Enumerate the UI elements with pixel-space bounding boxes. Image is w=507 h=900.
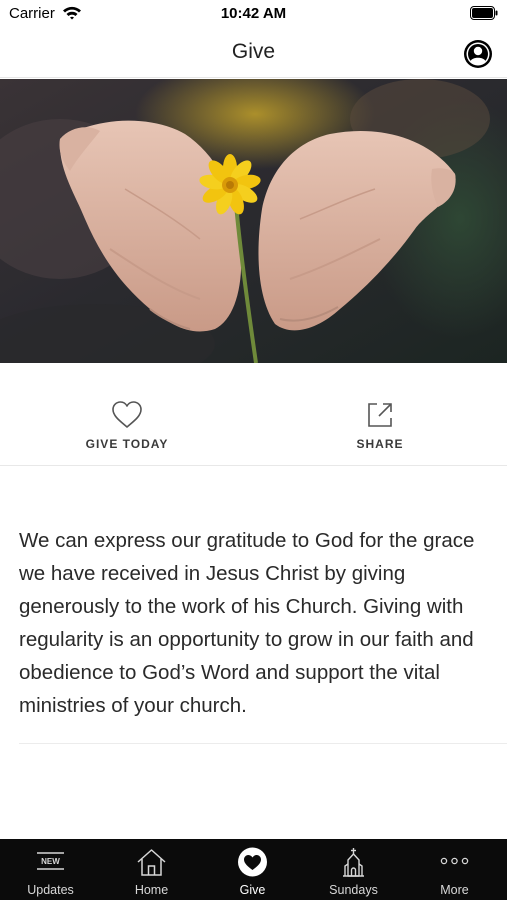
page-title: Give — [231, 40, 276, 63]
share-label: SHARE — [356, 437, 404, 451]
tab-give[interactable]: Give — [202, 839, 303, 900]
new-badge-text: NEW — [41, 857, 60, 866]
heart-circle-icon — [238, 847, 267, 877]
status-time: 10:42 AM — [220, 5, 287, 22]
tab-home[interactable]: Home — [101, 839, 202, 900]
church-icon — [343, 848, 364, 877]
give-today-button[interactable]: GIVE TODAY — [47, 399, 207, 455]
status-bar: Carrier 10:42 AM — [0, 0, 507, 28]
share-button[interactable]: SHARE — [300, 399, 460, 455]
hero-image — [0, 79, 507, 363]
divider — [19, 743, 507, 744]
tab-more-label: More — [440, 883, 469, 897]
give-today-label: GIVE TODAY — [85, 437, 169, 451]
tab-sundays[interactable]: Sundays — [303, 839, 404, 900]
share-icon — [368, 403, 392, 427]
tab-home-label: Home — [134, 883, 169, 897]
tab-more[interactable]: More — [404, 839, 505, 900]
give-screen: Carrier 10:42 AM Give GIVE TODAY SHARE W… — [0, 0, 507, 900]
tab-sundays-label: Sundays — [329, 883, 378, 897]
nav-bar: Give — [0, 28, 507, 78]
give-description: We can express our gratitude to God for … — [19, 529, 475, 717]
heart-icon — [112, 401, 142, 428]
tab-updates[interactable]: NEW Updates — [0, 839, 101, 900]
action-bar: GIVE TODAY SHARE — [0, 363, 507, 466]
house-icon — [137, 849, 166, 876]
tab-updates-label: Updates — [27, 883, 74, 897]
ellipsis-icon — [440, 857, 469, 865]
tab-give-label: Give — [239, 883, 266, 897]
person-circle-icon[interactable] — [463, 39, 493, 69]
battery-icon — [470, 6, 498, 20]
new-badge-icon: NEW — [37, 852, 64, 870]
tab-bar: NEW Updates Home Give Sundays More — [0, 839, 507, 900]
